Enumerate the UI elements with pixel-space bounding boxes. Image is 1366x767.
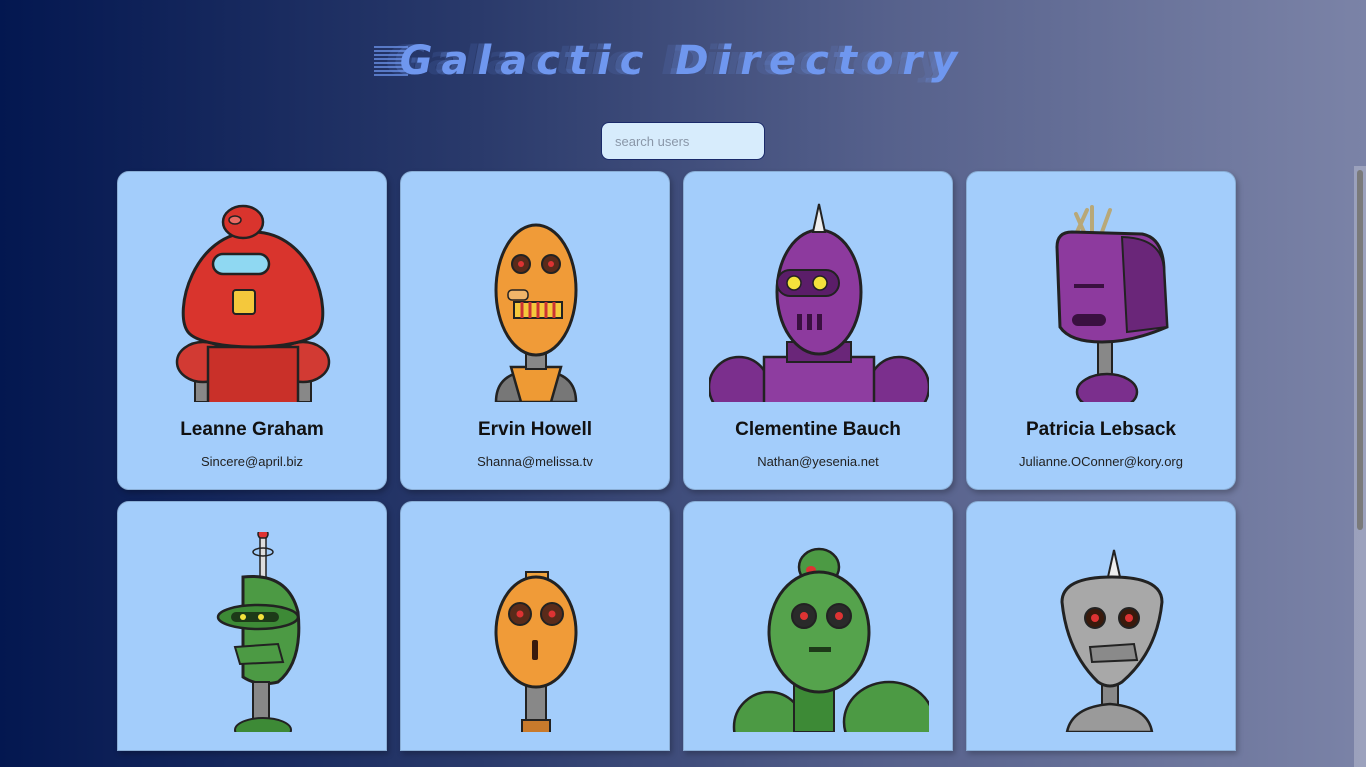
- user-name: Leanne Graham: [180, 419, 324, 440]
- purple-box-robot-icon: [1055, 205, 1169, 402]
- user-card[interactable]: [966, 501, 1236, 751]
- user-card[interactable]: Leanne Graham Sincere@april.biz: [117, 171, 387, 490]
- user-card[interactable]: [117, 501, 387, 751]
- user-card[interactable]: [683, 501, 953, 751]
- user-email: Sincere@april.biz: [200, 454, 304, 469]
- user-card[interactable]: [400, 501, 670, 751]
- red-robot-icon: [175, 204, 331, 402]
- user-name: Clementine Bauch: [735, 419, 901, 440]
- user-card[interactable]: Patricia Lebsack Julianne.OConner@kory.o…: [966, 171, 1236, 490]
- green-antenna-robot-icon: [216, 532, 301, 732]
- search-input[interactable]: [601, 122, 765, 160]
- user-email: Julianne.OConner@kory.org: [1019, 454, 1183, 469]
- green-robot-icon: [732, 547, 929, 732]
- user-email: Nathan@yesenia.net: [757, 454, 879, 469]
- user-card[interactable]: Ervin Howell Shanna@melissa.tv: [400, 171, 670, 490]
- scrollbar-thumb[interactable]: [1357, 170, 1363, 530]
- user-name: Ervin Howell: [477, 419, 593, 440]
- page-scrollbar[interactable]: [1354, 166, 1366, 767]
- orange-robot-icon: [494, 223, 578, 402]
- silver-robot-icon: [1060, 549, 1164, 732]
- user-email: Shanna@melissa.tv: [477, 454, 593, 469]
- purple-robot-icon: [709, 203, 929, 402]
- user-name: Patricia Lebsack: [1026, 419, 1176, 440]
- page-title: Galactic Directory: [399, 38, 967, 84]
- orange-round-robot-icon: [494, 571, 578, 732]
- user-card[interactable]: Clementine Bauch Nathan@yesenia.net: [683, 171, 953, 490]
